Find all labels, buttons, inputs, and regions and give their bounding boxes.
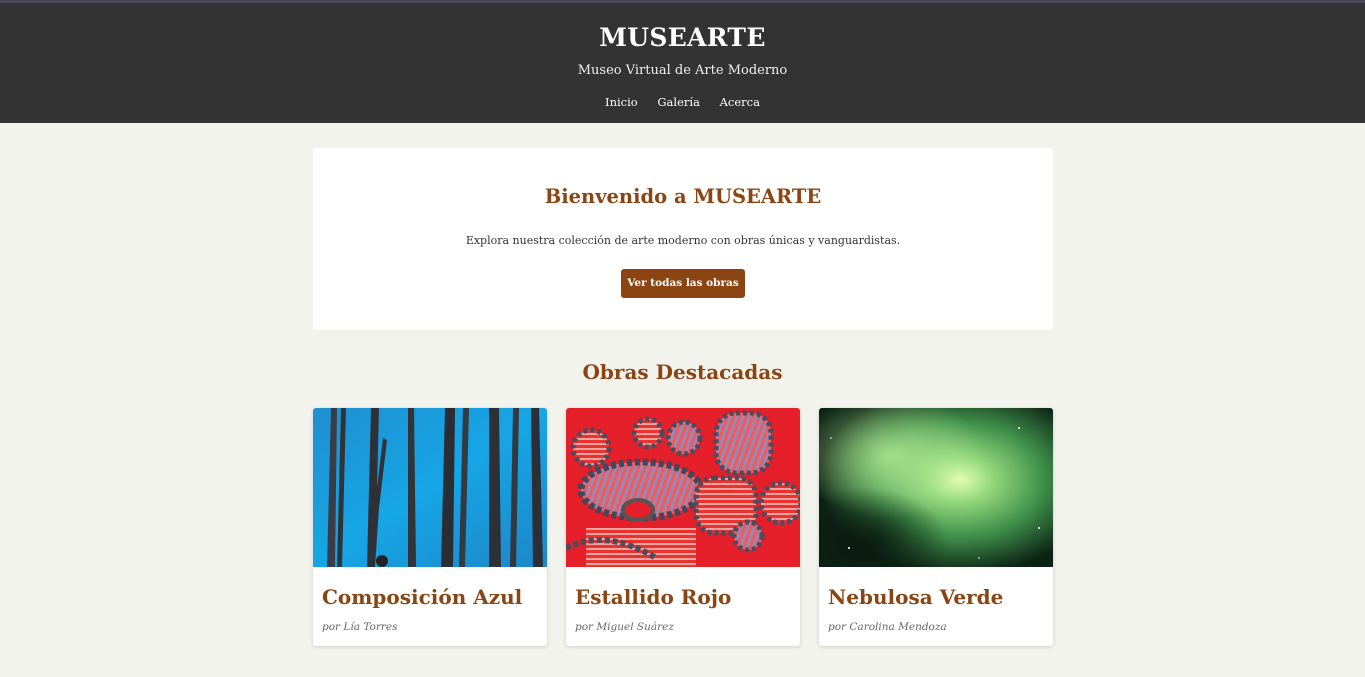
green-nebula-image[interactable] — [819, 408, 1053, 567]
red-abstract-painting[interactable] — [566, 408, 800, 567]
artwork-card[interactable]: Nebulosa Verde por Carolina Mendoza — [819, 408, 1053, 646]
site-brand[interactable]: MUSEARTE — [0, 23, 1365, 52]
nav-link-acerca[interactable]: Acerca — [720, 95, 760, 109]
welcome-text: Explora nuestra colección de arte modern… — [465, 234, 901, 247]
site-header: MUSEARTE Museo Virtual de Arte Moderno I… — [0, 3, 1365, 123]
site-tagline: Museo Virtual de Arte Moderno — [577, 63, 788, 78]
artwork-title[interactable]: Composición Azul — [322, 585, 522, 609]
artwork-card[interactable]: Composición Azul por Lía Torres — [313, 408, 547, 646]
view-all-works-button[interactable]: Ver todas las obras — [621, 269, 745, 298]
artwork-author: por Lía Torres — [322, 621, 398, 633]
featured-works-title: Obras Destacadas — [582, 360, 783, 384]
nav-link-galeria[interactable]: Galería — [657, 95, 700, 109]
artwork-title[interactable]: Nebulosa Verde — [828, 585, 1003, 609]
nav-link-inicio[interactable]: Inicio — [605, 95, 638, 109]
artwork-author: por Carolina Mendoza — [828, 621, 947, 633]
artwork-author: por Miguel Suárez — [575, 621, 674, 633]
welcome-title: Bienvenido a MUSEARTE — [544, 185, 822, 208]
blue-forest-painting[interactable] — [313, 408, 547, 567]
artwork-title[interactable]: Estallido Rojo — [575, 585, 731, 609]
main-nav: Inicio Galería Acerca — [0, 95, 1365, 109]
welcome-panel: Bienvenido a MUSEARTE Explora nuestra co… — [313, 148, 1053, 330]
artwork-card[interactable]: Estallido Rojo por Miguel Suárez — [566, 408, 800, 646]
